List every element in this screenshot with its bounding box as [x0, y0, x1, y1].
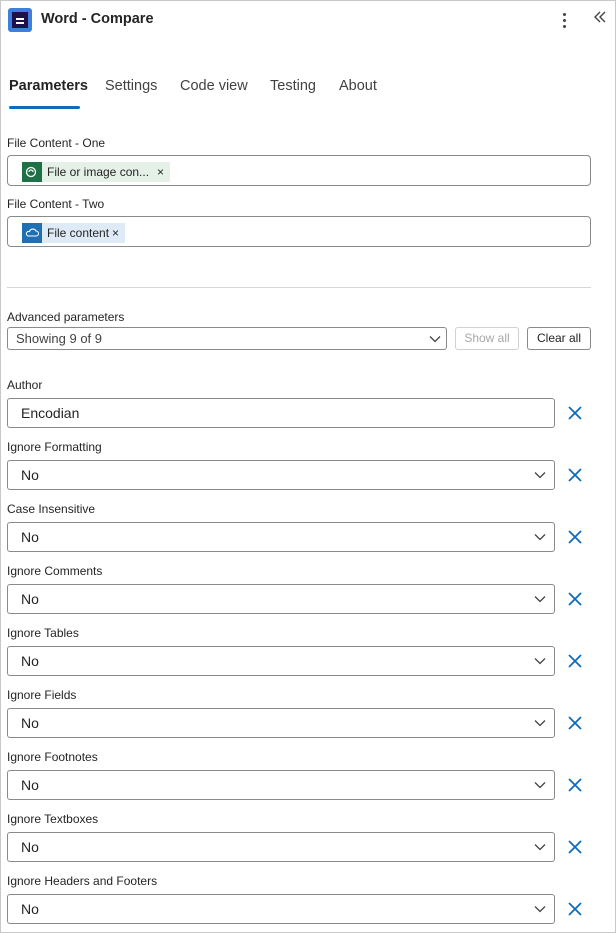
file-content-one-label: File Content - One [7, 136, 106, 150]
param-value: Encodian [21, 405, 80, 421]
param-label: Author [7, 378, 43, 392]
param-label: Ignore Textboxes [7, 812, 99, 826]
advanced-parameters-value: Showing 9 of 9 [16, 331, 103, 346]
chevron-down-icon [534, 596, 546, 603]
tab-parameters[interactable]: Parameters [9, 78, 88, 94]
tab-code-view[interactable]: Code view [180, 78, 248, 94]
file-or-image-token[interactable]: File or image con... × [22, 162, 171, 182]
chevron-down-icon [534, 782, 546, 789]
param-dropdown[interactable]: No [7, 832, 555, 862]
param-value: No [21, 591, 39, 607]
author-input[interactable]: Encodian [7, 398, 555, 428]
param-value: No [21, 777, 39, 793]
remove-param-icon[interactable] [566, 900, 584, 918]
param-label: Ignore Comments [7, 564, 103, 578]
clear-all-button[interactable]: Clear all [527, 327, 591, 350]
tab-about[interactable]: About [339, 78, 377, 94]
remove-param-icon[interactable] [566, 838, 584, 856]
file-content-two-field[interactable]: File content × [7, 216, 591, 247]
chevron-down-icon [429, 336, 441, 343]
param-dropdown[interactable]: No [7, 522, 555, 552]
token-remove-button[interactable]: × [149, 165, 170, 179]
chevron-down-icon [534, 720, 546, 727]
token-label: File content [47, 226, 110, 240]
param-label: Ignore Fields [7, 688, 77, 702]
double-chevron-left-icon[interactable] [592, 9, 612, 29]
param-label: Ignore Headers and Footers [7, 874, 158, 888]
more-vertical-icon[interactable] [556, 10, 574, 30]
token-remove-button[interactable]: × [109, 226, 125, 240]
chevron-down-icon [534, 906, 546, 913]
tab-settings[interactable]: Settings [105, 78, 157, 94]
file-content-token[interactable]: File content × [22, 223, 126, 243]
param-value: No [21, 715, 39, 731]
token-label: File or image con... [47, 165, 150, 179]
chevron-down-icon [534, 844, 546, 851]
param-label: Ignore Formatting [7, 440, 102, 454]
chevron-down-icon [534, 658, 546, 665]
sharepoint-icon [22, 162, 42, 182]
file-content-one-field[interactable]: File or image con... × [7, 155, 591, 186]
tab-testing[interactable]: Testing [270, 78, 316, 94]
remove-param-icon[interactable] [566, 404, 584, 422]
remove-param-icon[interactable] [566, 590, 584, 608]
active-tab-indicator [9, 106, 80, 109]
param-value: No [21, 901, 39, 917]
param-dropdown[interactable]: No [7, 460, 555, 490]
param-dropdown[interactable]: No [7, 584, 555, 614]
param-dropdown[interactable]: No [7, 770, 555, 800]
remove-param-icon[interactable] [566, 466, 584, 484]
param-dropdown[interactable]: No [7, 894, 555, 924]
param-dropdown[interactable]: No [7, 708, 555, 738]
param-value: No [21, 839, 39, 855]
panel-title: Word - Compare [41, 11, 154, 27]
show-all-button[interactable]: Show all [455, 327, 519, 350]
chevron-down-icon [534, 534, 546, 541]
chevron-down-icon [534, 472, 546, 479]
remove-param-icon[interactable] [566, 714, 584, 732]
param-label: Case Insensitive [7, 502, 96, 516]
param-label: Ignore Footnotes [7, 750, 98, 764]
param-label: Ignore Tables [7, 626, 79, 640]
onedrive-cloud-icon [22, 223, 42, 243]
param-dropdown[interactable]: No [7, 646, 555, 676]
encodian-logo-icon [8, 8, 32, 32]
remove-param-icon[interactable] [566, 528, 584, 546]
param-value: No [21, 467, 39, 483]
remove-param-icon[interactable] [566, 652, 584, 670]
advanced-parameters-dropdown[interactable]: Showing 9 of 9 [7, 327, 447, 350]
param-value: No [21, 529, 39, 545]
param-value: No [21, 653, 39, 669]
remove-param-icon[interactable] [566, 776, 584, 794]
advanced-parameters-label: Advanced parameters [7, 310, 125, 324]
section-divider [7, 287, 591, 288]
file-content-two-label: File Content - Two [7, 197, 105, 211]
